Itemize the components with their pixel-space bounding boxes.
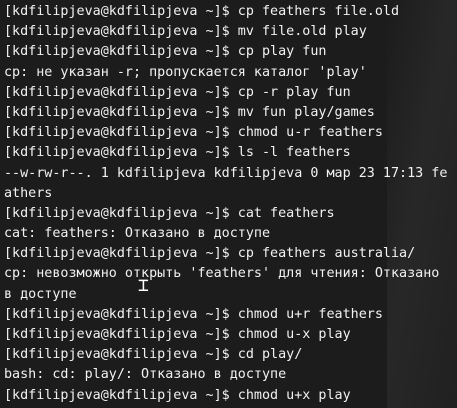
terminal-line: [kdfilipjeva@kdfilipjeva ~]$ chmod u+x p…	[4, 387, 351, 403]
terminal-line: [kdfilipjeva@kdfilipjeva ~]$ mv fun play…	[4, 104, 375, 120]
terminal-line: [kdfilipjeva@kdfilipjeva ~]$ cp feathers…	[4, 4, 400, 19]
terminal-line: cp: не указан -r; пропускается каталог '…	[4, 64, 367, 80]
terminal-line: [kdfilipjeva@kdfilipjeva ~]$ ls -l feath…	[4, 145, 351, 161]
terminal-line: [kdfilipjeva@kdfilipjeva ~]$ chmod u+r f…	[4, 306, 383, 322]
i-beam-cursor-icon: ⌶	[138, 275, 149, 296]
terminal-line: athers	[4, 185, 53, 201]
terminal-line: [kdfilipjeva@kdfilipjeva ~]$ cp play fun	[4, 44, 327, 60]
terminal-line: [kdfilipjeva@kdfilipjeva ~]$ mv file.old…	[4, 24, 367, 40]
terminal-line: [kdfilipjeva@kdfilipjeva ~]$ chmod u-r f…	[4, 125, 383, 141]
terminal-line: [kdfilipjeva@kdfilipjeva ~]$ chmod u-x p…	[4, 327, 351, 342]
terminal-line: [kdfilipjeva@kdfilipjeva ~]$ cp feathers…	[4, 246, 416, 262]
terminal-line: --w-rw-r--. 1 kdfilipjeva kdfilipjeva 0 …	[4, 165, 448, 181]
terminal-window[interactable]: [kdfilipjeva@kdfilipjeva ~]$ cp feathers…	[0, 0, 457, 408]
terminal-line: [kdfilipjeva@kdfilipjeva ~]$ cat feather…	[4, 205, 335, 221]
terminal-line: cp: невозможно открыть 'feathers' для чт…	[4, 266, 440, 282]
terminal-line: cat: feathers: Отказано в доступе	[4, 226, 271, 242]
terminal-line: [kdfilipjeva@kdfilipjeva ~]$ cp -r play …	[4, 84, 351, 100]
terminal-line: bash: cd: play/: Отказано в доступе	[4, 367, 287, 383]
terminal-output[interactable]: [kdfilipjeva@kdfilipjeva ~]$ cp feathers…	[0, 2, 457, 406]
terminal-line: в доступе	[4, 286, 77, 302]
terminal-line: [kdfilipjeva@kdfilipjeva ~]$ cd play/	[4, 347, 303, 363]
